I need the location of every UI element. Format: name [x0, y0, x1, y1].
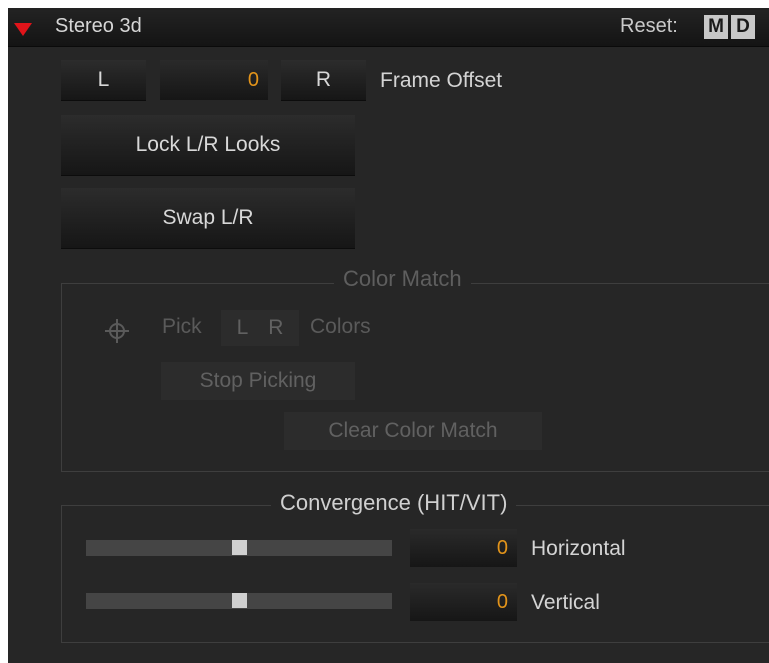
pick-lr-toggle[interactable]: L R	[221, 310, 299, 346]
frame-offset-value[interactable]: 0	[160, 60, 268, 100]
horizontal-slider[interactable]	[86, 540, 392, 556]
horizontal-label: Horizontal	[531, 537, 626, 560]
convergence-title: Convergence (HIT/VIT)	[271, 490, 517, 516]
collapse-triangle-icon[interactable]	[14, 23, 32, 36]
color-match-title: Color Match	[334, 266, 471, 292]
lock-lr-looks-button[interactable]: Lock L/R Looks	[61, 115, 355, 175]
frame-offset-left-button[interactable]: L	[61, 60, 146, 100]
frame-offset-right-button[interactable]: R	[281, 60, 366, 100]
swap-lr-button[interactable]: Swap L/R	[61, 188, 355, 248]
vertical-slider-thumb[interactable]	[232, 593, 247, 608]
reset-label: Reset:	[620, 15, 678, 37]
reset-d-button[interactable]: D	[731, 15, 755, 39]
pick-label: Pick	[162, 315, 202, 338]
colors-label: Colors	[310, 315, 371, 338]
panel-header[interactable]: Stereo 3d Reset: M D	[8, 8, 769, 47]
pick-l-button[interactable]: L	[237, 316, 249, 340]
stop-picking-button[interactable]: Stop Picking	[161, 362, 355, 400]
clear-color-match-button[interactable]: Clear Color Match	[284, 412, 542, 450]
vertical-slider[interactable]	[86, 593, 392, 609]
horizontal-value[interactable]: 0	[410, 529, 517, 567]
vertical-label: Vertical	[531, 591, 600, 614]
frame-offset-label: Frame Offset	[380, 69, 503, 92]
pick-r-button[interactable]: R	[268, 316, 283, 340]
vertical-value[interactable]: 0	[410, 583, 517, 621]
reset-m-button[interactable]: M	[704, 15, 728, 39]
horizontal-slider-thumb[interactable]	[232, 540, 247, 555]
panel-title: Stereo 3d	[55, 15, 142, 37]
crosshair-icon[interactable]	[104, 318, 130, 344]
stereo-3d-panel: Stereo 3d Reset: M D L 0 R Frame Offset …	[8, 8, 769, 663]
convergence-group	[61, 505, 769, 643]
